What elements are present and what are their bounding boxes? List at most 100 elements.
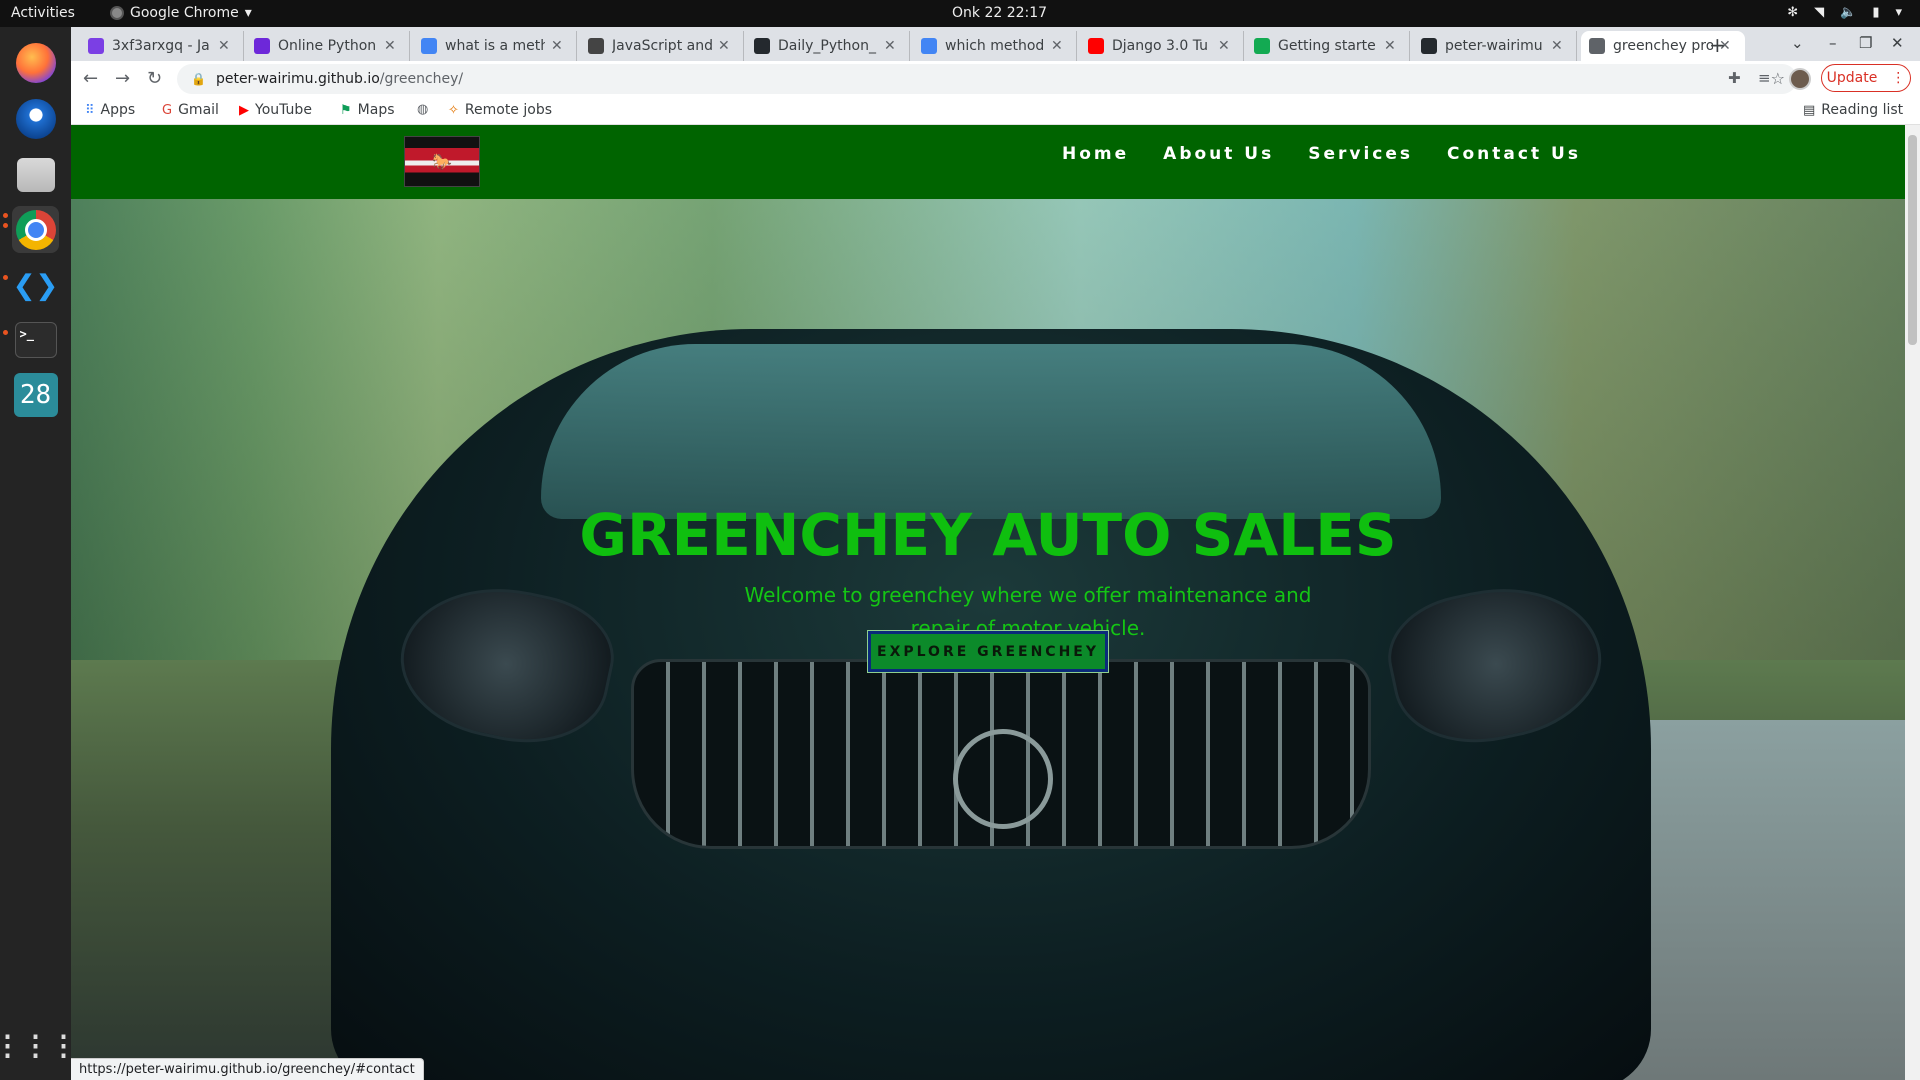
- tab-close-icon[interactable]: ✕: [384, 38, 396, 54]
- back-icon[interactable]: ←: [83, 68, 98, 89]
- tab-close-icon[interactable]: ✕: [1551, 38, 1563, 54]
- running-indicator: [3, 213, 8, 218]
- reading-list-label: Reading list: [1821, 102, 1904, 118]
- explore-button[interactable]: EXPLORE GREENCHEY: [867, 630, 1109, 673]
- tab-search-icon[interactable]: ⌄: [1791, 34, 1804, 52]
- url-host: peter-wairimu.github.io: [215, 71, 380, 87]
- tab-close-icon[interactable]: ✕: [718, 38, 730, 54]
- scrollbar-thumb[interactable]: [1908, 135, 1917, 345]
- tab-title: Online Python: [278, 38, 377, 54]
- terminal-launcher[interactable]: >_: [12, 316, 59, 363]
- url-path: /greenchey/: [379, 71, 464, 87]
- bookmark-item[interactable]: ▶ YouTube: [239, 102, 312, 118]
- app-grid-icon: ⋮⋮⋮: [0, 1029, 78, 1062]
- activities-button[interactable]: Activities: [11, 5, 75, 21]
- chrome-launcher[interactable]: [12, 206, 59, 253]
- bookmark-item[interactable]: ⚑ Maps: [340, 102, 395, 118]
- nav-contact-us[interactable]: Contact Us: [1447, 144, 1581, 164]
- hero-title: GREENCHEY AUTO SALES: [579, 501, 1397, 569]
- bookmark-label: Gmail: [178, 102, 219, 118]
- bookmark-item[interactable]: ⠿ Apps: [85, 102, 135, 118]
- system-tray[interactable]: ✻ ◥ 🔈 ▮ ▾: [1787, 5, 1902, 20]
- maps-icon: ⚑: [340, 102, 352, 118]
- tab-close-icon[interactable]: ✕: [1218, 38, 1230, 54]
- extensions-icon[interactable]: ✚: [1728, 69, 1741, 87]
- google-icon: [921, 38, 937, 54]
- mustang-logo-icon: 🐎: [432, 152, 452, 171]
- hero-content: GREENCHEY AUTO SALES Welcome to greenche…: [71, 199, 1905, 1080]
- browser-tab[interactable]: 3xf3arxgq - Ja ✕: [80, 31, 244, 61]
- update-label: Update: [1826, 70, 1878, 86]
- youtube-icon: ▶: [239, 102, 249, 118]
- bookmark-item[interactable]: G Gmail: [162, 102, 219, 118]
- thunderbird-launcher[interactable]: [12, 95, 59, 142]
- files-launcher[interactable]: [12, 151, 59, 198]
- caret-down-icon: ▾: [244, 5, 252, 21]
- restore-icon[interactable]: ❐: [1859, 34, 1872, 52]
- browser-tab[interactable]: Getting starte ✕: [1246, 31, 1410, 61]
- tab-title: peter-wairimu: [1445, 38, 1543, 54]
- calendar-icon: 28: [13, 372, 58, 417]
- site-logo[interactable]: 🐎: [404, 136, 480, 187]
- site-navbar: 🐎 Home About Us Services Contact Us: [71, 125, 1905, 199]
- profile-avatar[interactable]: [1789, 68, 1811, 90]
- tab-strip: 3xf3arxgq - Ja ✕ Online Python ✕ what is a m…: [71, 27, 1920, 61]
- forward-icon[interactable]: →: [115, 68, 130, 89]
- page-viewport: 🐎 Home About Us Services Contact Us GREE…: [71, 125, 1905, 1080]
- page-scrollbar[interactable]: [1905, 125, 1920, 1080]
- media-control-icon[interactable]: ≡: [1758, 69, 1771, 87]
- calendar-launcher[interactable]: 28: [12, 371, 59, 418]
- nav-about-us[interactable]: About Us: [1163, 144, 1274, 164]
- running-indicator: [3, 223, 8, 228]
- tab-close-icon[interactable]: ✕: [218, 38, 230, 54]
- tab-close-icon[interactable]: ✕: [884, 38, 896, 54]
- programiz-icon: [254, 38, 270, 54]
- show-applications-button[interactable]: ⋮⋮⋮: [0, 1022, 78, 1069]
- firefox-launcher[interactable]: [12, 39, 59, 86]
- browser-tab[interactable]: Online Python ✕: [246, 31, 410, 61]
- slack-tray-icon[interactable]: ✻: [1787, 5, 1798, 20]
- close-window-icon[interactable]: ✕: [1891, 34, 1904, 52]
- running-indicator: [3, 275, 8, 280]
- bookmark-item[interactable]: ✧ Remote jobs: [448, 102, 552, 118]
- app-menu-label: Google Chrome: [130, 5, 239, 21]
- bookmark-star-icon[interactable]: ☆: [1771, 69, 1785, 88]
- reading-list-icon: ▤: [1803, 102, 1816, 118]
- reading-list-button[interactable]: ▤ Reading list: [1803, 102, 1903, 118]
- freecodecamp-icon: [588, 38, 604, 54]
- terminal-icon: >_: [14, 321, 57, 358]
- browser-tab[interactable]: Daily_Python_ ✕: [746, 31, 910, 61]
- address-bar[interactable]: 🔒 peter-wairimu.github.io/greenchey/ ☆: [177, 64, 1797, 94]
- vscode-launcher[interactable]: ❮❯: [12, 261, 59, 308]
- chrome-icon: [15, 209, 56, 250]
- tab-close-icon[interactable]: ✕: [1384, 38, 1396, 54]
- browser-tab[interactable]: peter-wairimu ✕: [1413, 31, 1577, 61]
- thunderbird-icon: [15, 98, 56, 139]
- app-menu[interactable]: Google Chrome ▾: [110, 5, 252, 21]
- tray-menu-icon[interactable]: ▾: [1895, 5, 1902, 20]
- link-status-bubble: https://peter-wairimu.github.io/greenche…: [71, 1058, 424, 1080]
- tab-close-icon[interactable]: ✕: [1051, 38, 1063, 54]
- wifi-icon[interactable]: ◥: [1814, 5, 1824, 20]
- battery-icon[interactable]: ▮: [1872, 5, 1879, 20]
- tab-title: JavaScript and: [612, 38, 712, 54]
- minimize-icon[interactable]: –: [1829, 34, 1837, 52]
- browser-tab[interactable]: JavaScript and ✕: [580, 31, 744, 61]
- bookmark-item[interactable]: ◍: [417, 102, 428, 117]
- tab-title: which method: [945, 38, 1045, 54]
- lock-icon[interactable]: 🔒: [191, 72, 206, 86]
- volume-icon[interactable]: 🔈: [1840, 5, 1856, 20]
- remote-jobs-icon: ✧: [448, 102, 459, 118]
- nav-services[interactable]: Services: [1308, 144, 1413, 164]
- google-icon: [421, 38, 437, 54]
- browser-tab[interactable]: which method ✕: [913, 31, 1077, 61]
- clock[interactable]: Onk 22 22:17: [952, 5, 1047, 21]
- tab-close-icon[interactable]: ✕: [551, 38, 563, 54]
- reload-icon[interactable]: ↻: [147, 68, 162, 89]
- browser-tab[interactable]: what is a meth ✕: [413, 31, 577, 61]
- new-tab-button[interactable]: +: [1709, 33, 1726, 57]
- globe-icon: ◍: [417, 102, 429, 117]
- nav-home[interactable]: Home: [1062, 144, 1129, 164]
- update-button[interactable]: Update ⋮: [1821, 64, 1911, 92]
- browser-tab[interactable]: Django 3.0 Tu ✕: [1080, 31, 1244, 61]
